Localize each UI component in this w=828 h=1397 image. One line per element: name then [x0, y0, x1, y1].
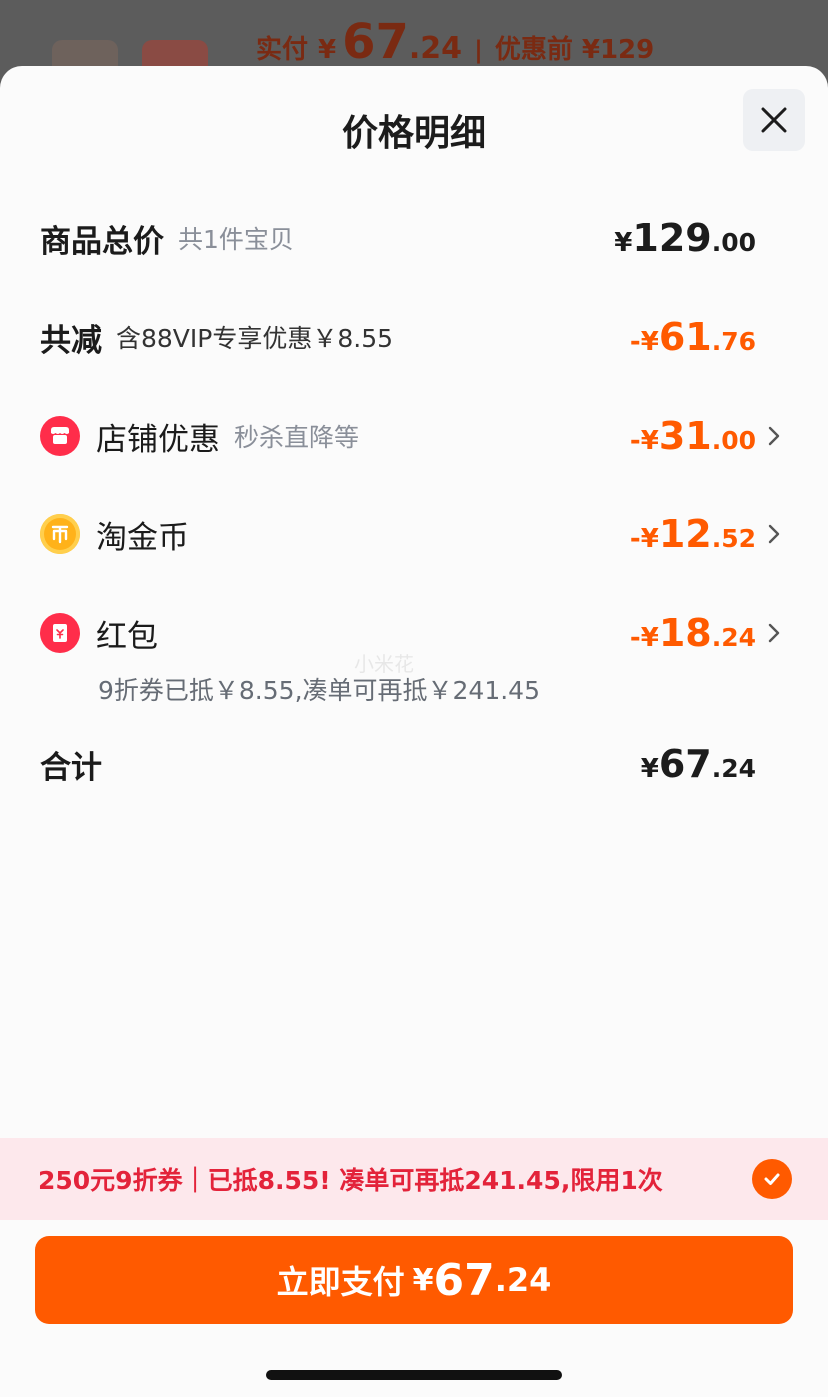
pay-now-button[interactable]: 立即支付 ¥ 67 .24 — [35, 1236, 793, 1324]
amount-dec: .24 — [711, 623, 756, 652]
row-shop-discount[interactable]: 店铺优惠 秒杀直降等 -¥ 31 .00 — [40, 406, 788, 466]
row-red-packet[interactable]: 红包 -¥ 18 .24 — [40, 603, 788, 663]
item-total-amount: ¥ 129 .00 — [614, 216, 756, 260]
coin-icon-glyph — [51, 525, 69, 544]
amount-int: 31 — [658, 414, 712, 458]
row-taojinbi[interactable]: 淘金币 -¥ 12 .52 — [40, 504, 788, 564]
red-packet-note: 9折券已抵￥8.55,凑单可再抵￥241.45 — [98, 676, 540, 705]
home-indicator — [266, 1370, 562, 1380]
amount-int: 129 — [632, 216, 712, 260]
checkmark-icon — [764, 1173, 780, 1185]
shop-discount-amount: -¥ 31 .00 — [630, 414, 756, 458]
pay-label: 立即支付 — [276, 1263, 405, 1301]
chevron-right-icon — [760, 603, 788, 663]
row-item-total: 商品总价 共1件宝贝 ¥ 129 .00 — [40, 208, 788, 268]
amount-dec: .24 — [711, 754, 756, 783]
red-packet-icon — [40, 613, 80, 653]
background-price-summary: 实付 ¥ 67 .24 | 优惠前 ¥129 — [256, 14, 654, 70]
amount-dec: .00 — [711, 228, 756, 257]
currency: -¥ — [629, 327, 659, 357]
coin-icon — [40, 514, 80, 554]
currency: -¥ — [629, 426, 659, 456]
close-button[interactable] — [743, 89, 805, 151]
sum-amount: ¥ 67 .24 — [641, 742, 756, 786]
row-total-reduction: 共减 含88VIP专享优惠￥8.55 -¥ 61 .76 — [40, 307, 788, 367]
amount-int: 61 — [658, 315, 712, 359]
chevron-right-icon — [760, 504, 788, 564]
shop-discount-note: 秒杀直降等 — [234, 423, 360, 452]
amount-dec: .00 — [711, 426, 756, 455]
price-before-discount: 优惠前 ¥129 — [494, 35, 655, 65]
taojinbi-label: 淘金币 — [96, 519, 189, 556]
sum-label: 合计 — [40, 749, 102, 786]
currency: ¥ — [640, 754, 659, 784]
red-packet-amount: -¥ 18 .24 — [630, 611, 756, 655]
pay-currency: ¥ — [412, 1262, 434, 1298]
amount-int: 18 — [658, 611, 712, 655]
shop-icon — [40, 416, 80, 456]
amount-dec: .52 — [711, 524, 756, 553]
reduction-amount: -¥ 61 .76 — [630, 315, 756, 359]
currency: ¥ — [614, 228, 633, 258]
item-count: 共1件宝贝 — [178, 225, 294, 254]
red-packet-icon-glyph — [53, 624, 67, 642]
reduction-label: 共减 — [40, 322, 102, 359]
currency: -¥ — [629, 524, 659, 554]
item-total-label: 商品总价 — [40, 223, 164, 260]
shop-icon-glyph — [51, 427, 69, 444]
actual-pay-dec: .24 — [408, 31, 463, 66]
close-icon — [761, 107, 787, 133]
price-detail-sheet: 价格明细 商品总价 共1件宝贝 ¥ 129 .00 共减 含88VIP专享优惠￥… — [0, 66, 828, 1397]
taojinbi-amount: -¥ 12 .52 — [630, 512, 756, 556]
actual-pay-currency: ¥ — [318, 35, 337, 65]
amount-int: 12 — [658, 512, 712, 556]
amount-int: 67 — [658, 742, 712, 786]
actual-pay-int: 67 — [342, 14, 409, 70]
coupon-text: 250元9折券｜已抵8.55! 凑单可再抵241.45,限用1次 — [38, 1166, 663, 1195]
red-packet-label: 红包 — [96, 618, 158, 655]
sheet-title: 价格明细 — [341, 113, 486, 154]
separator: | — [474, 36, 483, 64]
amount-dec: .76 — [711, 327, 756, 356]
pay-amount-dec: .24 — [494, 1261, 552, 1299]
coupon-checkbox[interactable] — [752, 1159, 792, 1199]
actual-pay-label: 实付 — [256, 35, 309, 65]
row-sum: 合计 ¥ 67 .24 — [40, 734, 788, 794]
coupon-bar[interactable]: 250元9折券｜已抵8.55! 凑单可再抵241.45,限用1次 — [0, 1138, 828, 1220]
chevron-right-icon — [760, 406, 788, 466]
pay-amount-int: 67 — [433, 1254, 495, 1306]
reduction-note: 含88VIP专享优惠￥8.55 — [116, 324, 394, 353]
currency: -¥ — [629, 623, 659, 653]
shop-discount-label: 店铺优惠 — [96, 421, 220, 458]
